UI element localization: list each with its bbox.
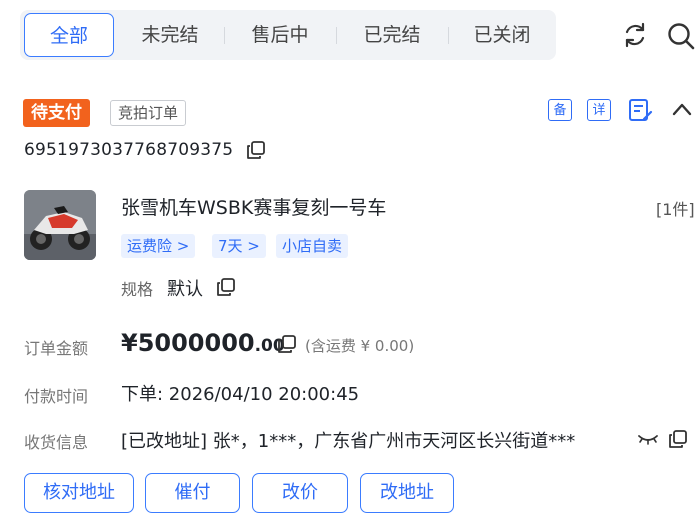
order-amount-integer: ¥5000000 [121, 329, 255, 357]
address-value: [已改地址] 张*，1***，广东省广州市天河区长兴街道*** [121, 431, 576, 452]
chip-shipping-insurance[interactable]: 运费险 > [121, 234, 196, 258]
refresh-icon[interactable] [621, 21, 649, 49]
order-amount: ¥5000000.00 [121, 329, 285, 357]
tab-divider [224, 27, 225, 44]
pay-time-label: 付款时间 [24, 387, 89, 406]
verify-address-button[interactable]: 核对地址 [24, 473, 134, 513]
order-number: 6951973037768709375 [24, 140, 234, 160]
collapse-icon[interactable] [670, 99, 694, 119]
detail-icon[interactable]: 详 [587, 99, 611, 121]
chip-self-operated[interactable]: 小店自卖 [276, 234, 349, 258]
change-address-button[interactable]: 改地址 [360, 473, 454, 513]
product-quantity: [1件] [656, 200, 695, 219]
shipping-fee-note: (含运费 ¥ 0.00) [305, 337, 415, 355]
address-label: 收货信息 [24, 433, 89, 452]
tab-closed[interactable]: 已关闭 [450, 10, 554, 60]
change-price-button[interactable]: 改价 [252, 473, 348, 513]
search-icon[interactable] [666, 21, 696, 51]
copy-icon[interactable] [277, 334, 297, 354]
edit-note-icon[interactable] [627, 97, 653, 123]
tab-divider [448, 27, 449, 44]
spec-value: 默认 [167, 279, 203, 300]
tab-after-sales[interactable]: 售后中 [226, 10, 334, 60]
eye-closed-icon[interactable] [636, 430, 660, 448]
order-type-tag: 竞拍订单 [110, 100, 187, 126]
order-amount-label: 订单金额 [24, 339, 89, 358]
chip-7-day-return[interactable]: 7天 > [212, 234, 266, 258]
copy-icon[interactable] [668, 429, 688, 449]
order-status-badge: 待支付 [23, 99, 90, 127]
tab-all[interactable]: 全部 [24, 13, 114, 57]
remark-icon[interactable]: 备 [548, 99, 572, 121]
copy-icon[interactable] [216, 277, 236, 297]
tab-finished[interactable]: 已完结 [338, 10, 446, 60]
tab-divider [336, 27, 337, 44]
remind-payment-button[interactable]: 催付 [145, 473, 240, 513]
copy-icon[interactable] [246, 140, 266, 160]
product-title[interactable]: 张雪机车WSBK赛事复刻一号车 [121, 193, 386, 220]
product-thumbnail[interactable] [24, 190, 96, 260]
order-status-tabs: 全部 未完结 售后中 已完结 已关闭 [20, 10, 556, 60]
tab-unfinished[interactable]: 未完结 [118, 10, 222, 60]
pay-time-value: 下单: 2026/04/10 20:00:45 [121, 384, 360, 405]
spec-label: 规格 [121, 280, 154, 299]
